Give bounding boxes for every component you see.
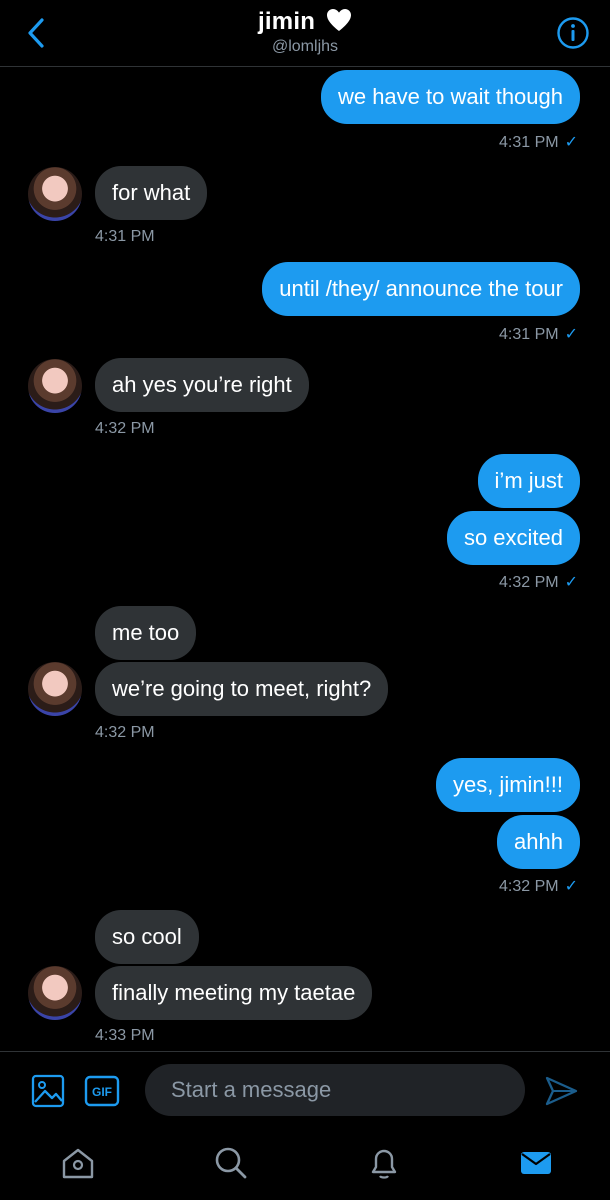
outgoing-message[interactable]: so excited	[446, 511, 580, 565]
messages-envelope-icon[interactable]	[516, 1143, 556, 1183]
conversation-header: jimin @lomljhs	[0, 0, 610, 67]
timestamp: 4:33 PM	[95, 1027, 155, 1044]
outgoing-message[interactable]: until /they/ announce the tour	[262, 262, 580, 316]
timestamp: 4:31 PM	[95, 228, 155, 245]
read-check-icon: ✓	[564, 574, 578, 591]
message-thread[interactable]: we have to wait though 4:31 PM ✓ for what…	[0, 66, 610, 1051]
avatar[interactable]	[28, 167, 82, 221]
send-icon[interactable]	[543, 1073, 579, 1109]
timestamp: 4:32 PM	[95, 420, 155, 437]
home-icon[interactable]	[58, 1143, 98, 1183]
outgoing-message[interactable]: i’m just	[477, 454, 580, 508]
message-composer: GIF Start a message	[0, 1051, 610, 1132]
incoming-message[interactable]: for what	[95, 166, 208, 220]
conversation-title-block[interactable]: jimin @lomljhs	[0, 8, 610, 56]
message-status-row: 4:32 PM ✓	[499, 572, 578, 592]
message-text: ahhh	[514, 829, 563, 854]
contact-name: jimin	[258, 8, 316, 35]
svg-text:GIF: GIF	[92, 1085, 112, 1099]
incoming-message[interactable]: we’re going to meet, right?	[95, 662, 389, 716]
message-text: until /they/ announce the tour	[279, 276, 563, 301]
message-text: i’m just	[494, 468, 563, 493]
timestamp: 4:32 PM	[95, 724, 155, 741]
message-status-row: 4:31 PM ✓	[499, 132, 578, 152]
outgoing-message[interactable]: yes, jimin!!!	[435, 758, 580, 812]
gif-icon[interactable]: GIF	[84, 1074, 120, 1108]
incoming-message[interactable]: ah yes you’re right	[95, 358, 309, 412]
white-heart-icon	[326, 9, 351, 31]
read-check-icon: ✓	[564, 326, 578, 343]
message-input[interactable]: Start a message	[145, 1064, 525, 1116]
message-text: so cool	[112, 924, 182, 949]
contact-handle: @lomljhs	[271, 38, 339, 55]
avatar[interactable]	[28, 662, 82, 716]
read-check-icon: ✓	[564, 134, 578, 151]
outgoing-message[interactable]: ahhh	[497, 815, 580, 869]
incoming-message[interactable]: so cool	[95, 910, 199, 964]
message-text: we have to wait though	[337, 84, 563, 109]
timestamp: 4:31 PM	[499, 326, 559, 343]
incoming-message[interactable]: me too	[95, 606, 197, 660]
message-text: we’re going to meet, right?	[112, 676, 372, 701]
bottom-tab-bar	[0, 1131, 610, 1200]
message-text: for what	[112, 180, 191, 205]
outgoing-message[interactable]: we have to wait though	[320, 70, 580, 124]
timestamp: 4:31 PM	[499, 134, 559, 151]
notifications-bell-icon[interactable]	[364, 1143, 404, 1183]
message-status-row: 4:31 PM ✓	[499, 324, 578, 344]
message-text: me too	[112, 620, 180, 645]
incoming-message[interactable]: finally meeting my taetae	[95, 966, 373, 1020]
contact-name-row: jimin	[0, 8, 610, 36]
read-check-icon: ✓	[564, 878, 578, 895]
message-text: yes, jimin!!!	[452, 772, 563, 797]
message-text: ah yes you’re right	[112, 372, 292, 397]
image-icon[interactable]	[30, 1073, 66, 1109]
avatar[interactable]	[28, 359, 82, 413]
search-icon[interactable]	[211, 1143, 251, 1183]
message-status-row: 4:32 PM ✓	[499, 876, 578, 896]
timestamp: 4:32 PM	[499, 574, 559, 591]
timestamp: 4:32 PM	[499, 878, 559, 895]
message-text: so excited	[463, 525, 563, 550]
avatar[interactable]	[28, 966, 82, 1020]
info-icon[interactable]	[556, 16, 590, 50]
message-text: finally meeting my taetae	[112, 980, 356, 1005]
